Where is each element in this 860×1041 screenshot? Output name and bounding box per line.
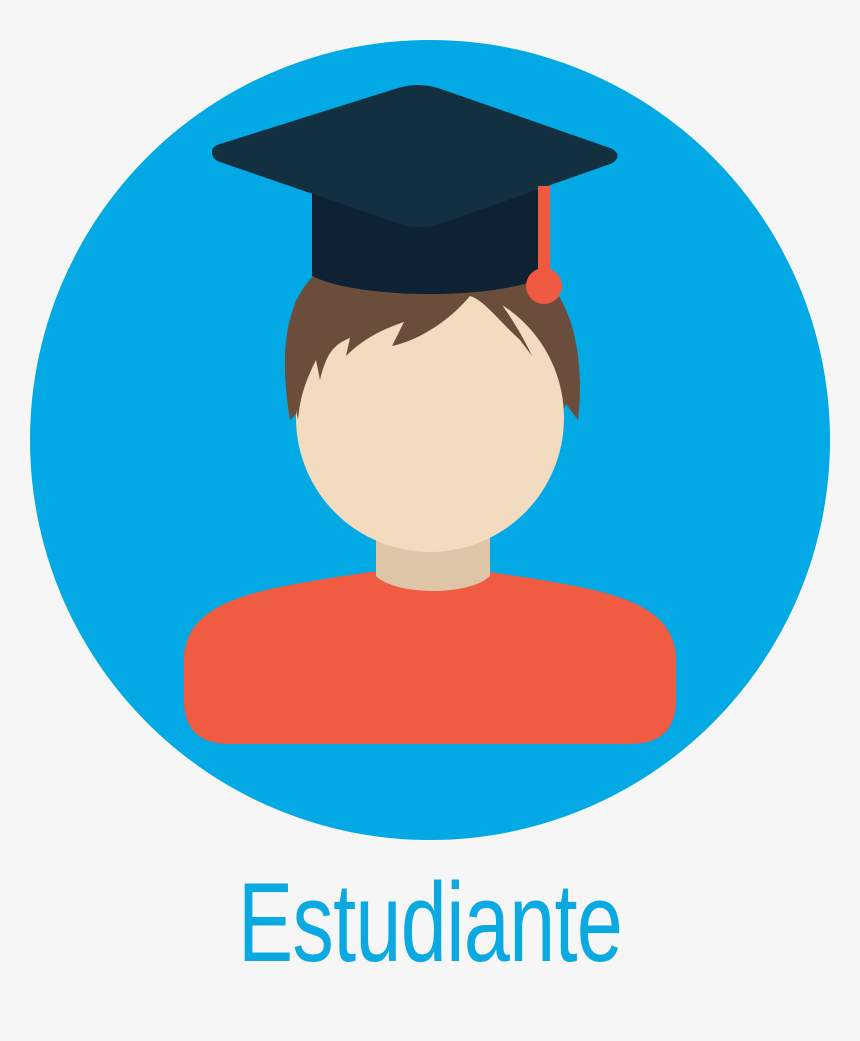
tassel-knot — [526, 268, 562, 304]
tassel-cord — [538, 186, 550, 276]
shirt-shape — [184, 572, 676, 744]
page: Estudiante — [0, 0, 860, 1041]
label-text: Estudiante — [237, 860, 623, 985]
student-avatar-icon — [30, 40, 830, 840]
